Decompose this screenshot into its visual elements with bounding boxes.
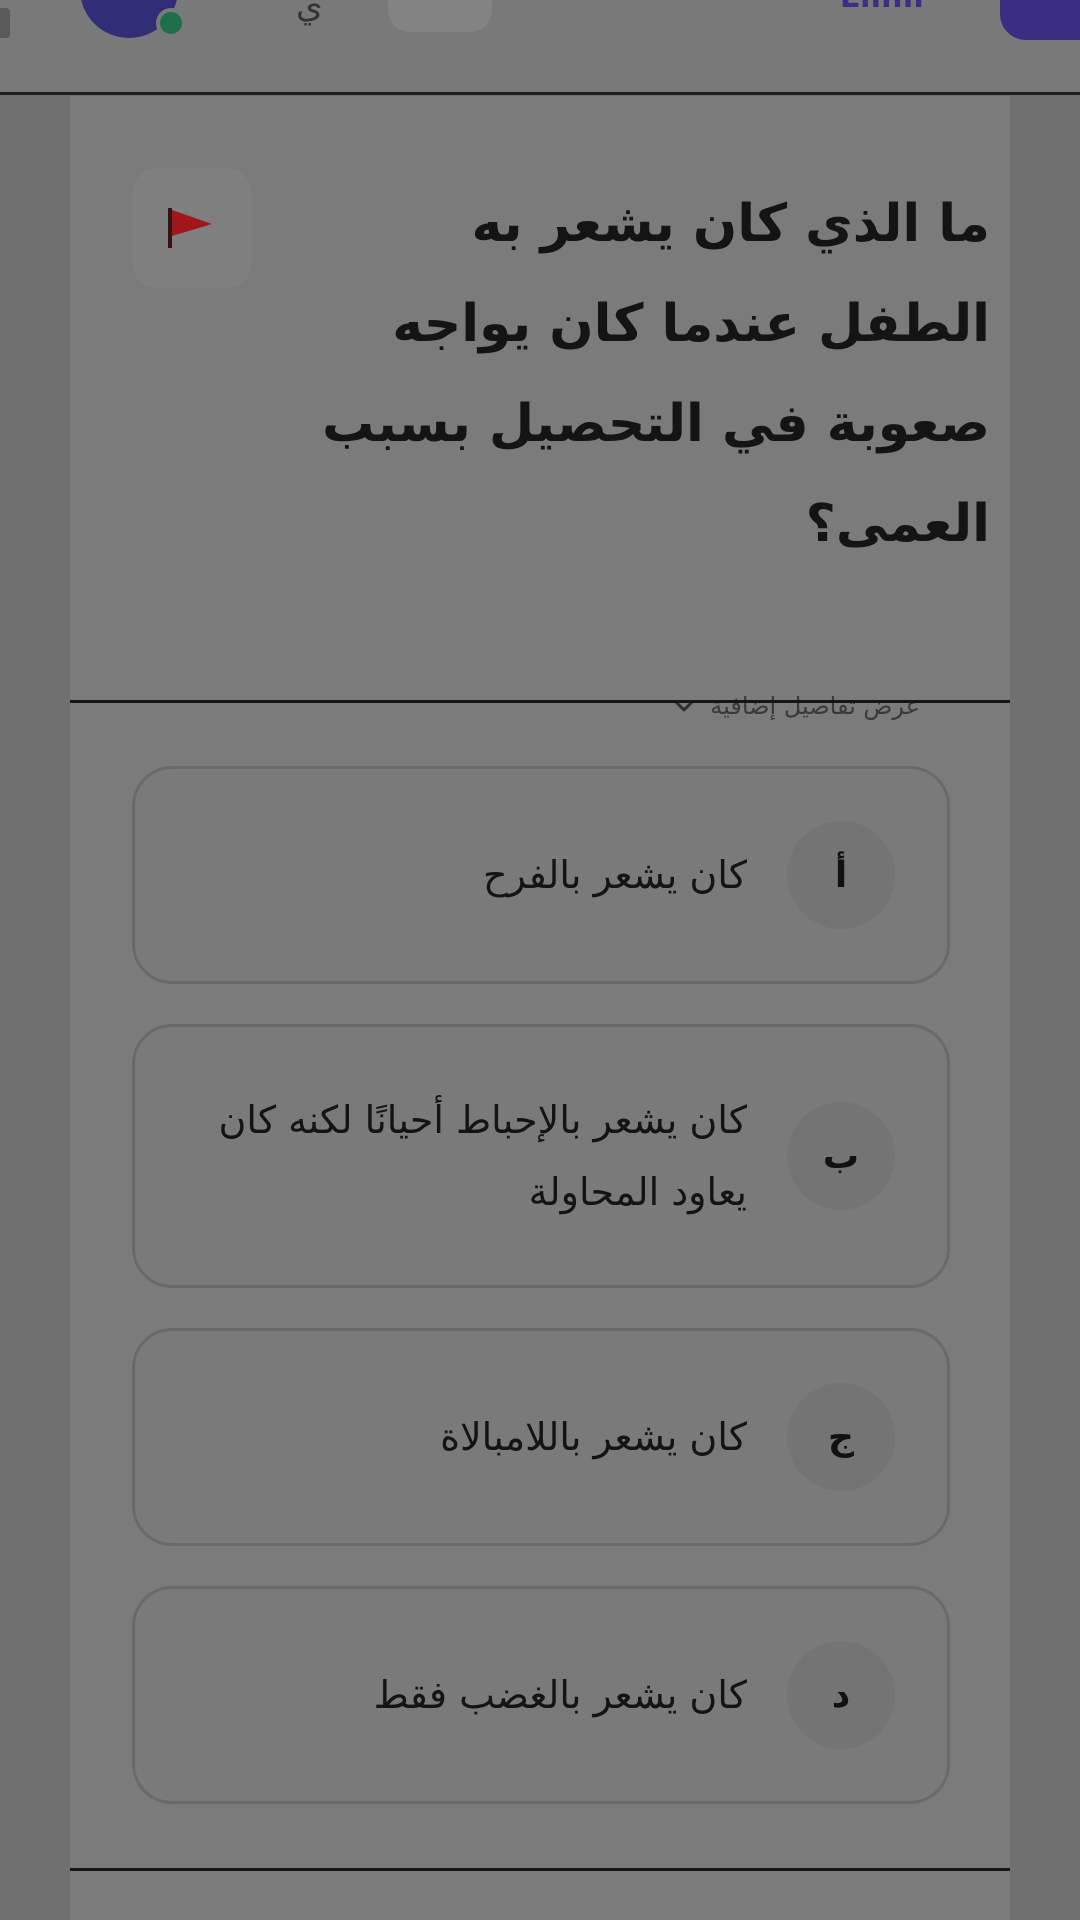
question-text: ما الذي كان يشعر به الطفل عندما كان يواج… [322,194,990,554]
online-status-dot [156,8,186,38]
chevron-down-icon [674,700,694,712]
show-details-toggle[interactable]: عرض تفاصيل إضافية [670,692,920,720]
flag-icon [168,208,212,248]
header-glyph: ي [296,0,323,26]
option-letter-badge: د [787,1641,895,1749]
details-label: عرض تفاصيل إضافية [710,692,920,720]
answer-option-d[interactable]: د كان يشعر بالغضب فقط [132,1586,950,1804]
report-flag-button[interactable] [132,168,252,288]
option-text: كان يشعر باللامبالاة [440,1415,747,1459]
question-card: ما الذي كان يشعر به الطفل عندما كان يواج… [70,96,1010,1920]
top-header: ي Lmm [0,0,1080,95]
option-letter-badge: أ [787,821,895,929]
answer-option-c[interactable]: ج كان يشعر باللامبالاة [132,1328,950,1546]
divider [70,700,1010,703]
question-section: ما الذي كان يشعر به الطفل عندما كان يواج… [70,96,1010,720]
answer-option-a[interactable]: أ كان يشعر بالفرح [132,766,950,984]
option-letter-badge: ج [787,1383,895,1491]
option-letter-badge: ب [787,1102,895,1210]
menu-button[interactable] [1000,0,1080,40]
answer-option-b[interactable]: ب كان يشعر بالإحباط أحيانًا لكنه كان يعا… [132,1024,950,1288]
side-handle[interactable] [0,8,10,38]
brand-logo-text: Lmm [840,0,925,15]
option-text: كان يشعر بالغضب فقط [373,1673,747,1717]
divider [70,1868,1010,1871]
header-action-button[interactable] [388,0,492,32]
option-text: كان يشعر بالإحباط أحيانًا لكنه كان يعاود… [218,1098,747,1214]
option-text: كان يشعر بالفرح [483,853,747,897]
